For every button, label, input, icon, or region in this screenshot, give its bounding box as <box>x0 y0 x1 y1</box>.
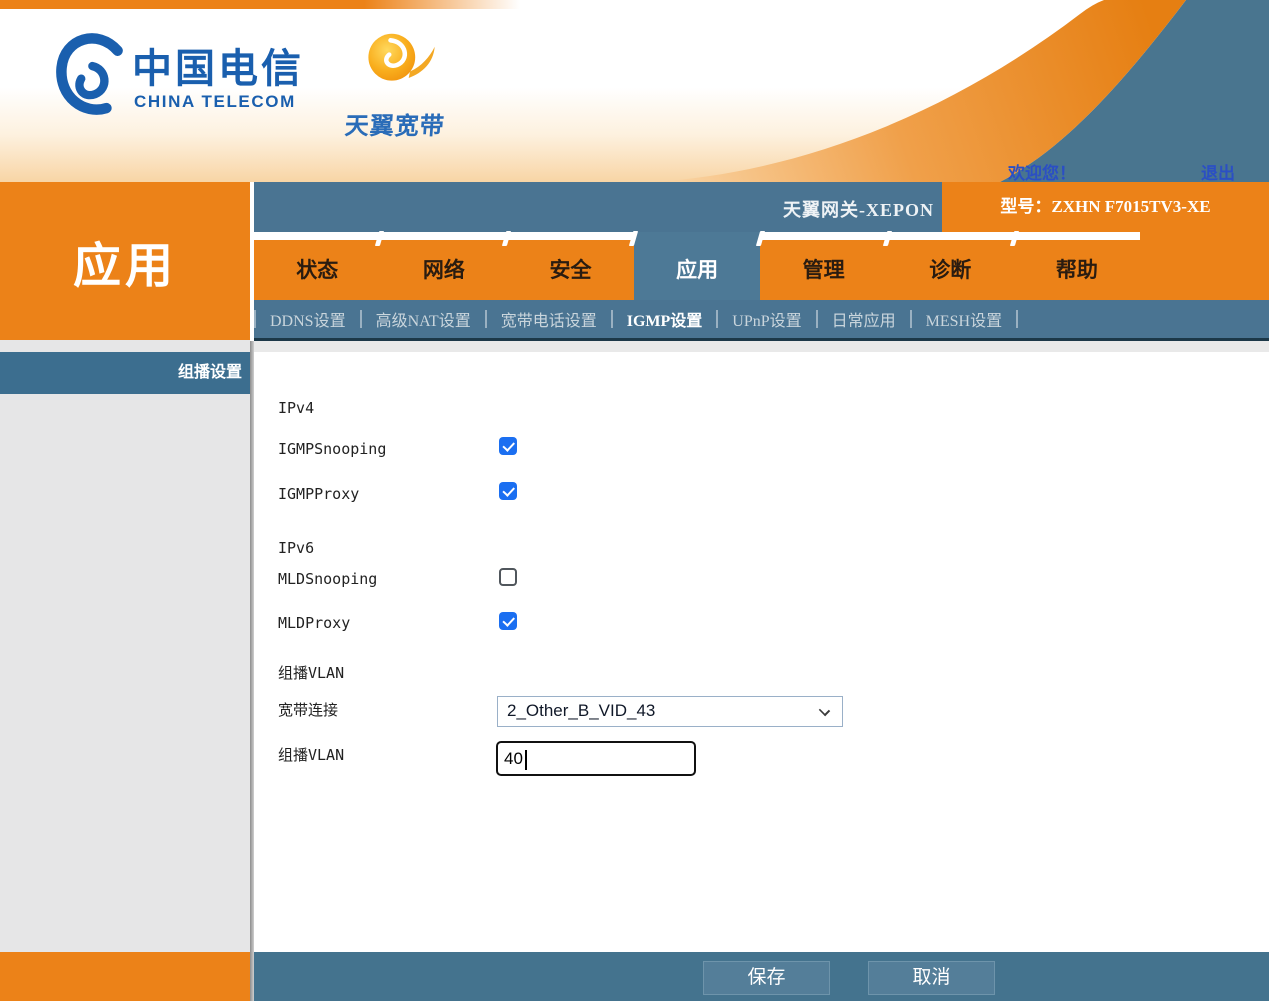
broadband-connection-label: 宽带连接 <box>278 701 339 719</box>
bottom-action-bar: 保存 取消 <box>254 952 1269 1001</box>
igmp-proxy-label: IGMPProxy <box>278 485 360 503</box>
tab-security[interactable]: 安全 <box>507 240 634 300</box>
tab-help[interactable]: 帮助 <box>1014 240 1141 300</box>
banner: 中国电信 CHINA TELECOM 天翼宽带 欢迎您！ 退出 <box>0 0 1269 184</box>
submenu-igmp[interactable]: IGMP设置 <box>613 307 717 331</box>
multicast-vlan-input[interactable]: 40 <box>496 741 696 776</box>
cancel-button[interactable]: 取消 <box>868 961 995 995</box>
ipv4-section-label: IPv4 <box>278 399 315 417</box>
tianyi-broadband-name: 天翼宽带 <box>343 114 446 140</box>
chevron-down-icon <box>818 704 831 717</box>
save-button[interactable]: 保存 <box>703 961 830 995</box>
model-box: 型号：ZXHN F7015TV3-XE <box>942 182 1269 232</box>
sidebar-item-multicast-settings[interactable]: 组播设置 <box>0 352 250 394</box>
model-number: 型号：ZXHN F7015TV3-XE <box>1000 197 1211 216</box>
mld-proxy-label: MLDProxy <box>278 614 351 632</box>
china-telecom-name-en: CHINA TELECOM <box>134 92 296 111</box>
tab-diagnosis[interactable]: 诊断 <box>887 240 1014 300</box>
broadband-connection-select[interactable]: 2_Other_B_VID_43 <box>497 696 843 727</box>
ipv6-section-label: IPv6 <box>278 539 315 557</box>
mld-snooping-checkbox[interactable] <box>499 568 517 586</box>
submenu-separator <box>909 310 912 328</box>
submenu-mesh[interactable]: MESH设置 <box>912 307 1016 331</box>
tab-application[interactable]: 应用 <box>633 232 761 300</box>
submenu-separator <box>815 310 818 328</box>
submenu-daily-app[interactable]: 日常应用 <box>818 307 910 331</box>
sidebar: 应用 组播设置 <box>0 182 250 952</box>
mld-proxy-checkbox[interactable] <box>499 612 517 630</box>
sub-menu-bar: DDNS设置 高级NAT设置 宽带电话设置 IGMP设置 UPnP设置 日常应用… <box>254 300 1269 341</box>
tab-network[interactable]: 网络 <box>381 240 508 300</box>
top-accent-strip <box>0 0 520 9</box>
submenu-separator <box>484 310 487 328</box>
broadband-connection-value: 2_Other_B_VID_43 <box>507 701 656 720</box>
gateway-name: 天翼网关-XEPON <box>783 200 934 220</box>
igmp-snooping-checkbox[interactable] <box>499 437 517 455</box>
router-admin-page: 中国电信 CHINA TELECOM 天翼宽带 欢迎您！ 退出 天翼网关-XEP… <box>0 0 1269 1001</box>
tianyi-swirl-icon <box>368 33 435 81</box>
submenu-separator <box>359 310 362 328</box>
china-telecom-name-cn: 中国电信 <box>132 46 304 91</box>
main-tab-bar: 状态 网络 安全 应用 管理 诊断 帮助 <box>254 232 1269 300</box>
tianyi-broadband-logo: 天翼宽带 <box>330 26 460 140</box>
tab-status[interactable]: 状态 <box>254 240 381 300</box>
sidebar-section-title: 应用 <box>0 182 250 340</box>
submenu-broadband-phone[interactable]: 宽带电话设置 <box>487 307 611 331</box>
title-bar: 天翼网关-XEPON 型号：ZXHN F7015TV3-XE <box>254 182 1269 232</box>
submenu-ddns[interactable]: DDNS设置 <box>256 307 360 331</box>
welcome-link[interactable]: 欢迎您！ <box>1008 159 1076 184</box>
mld-snooping-label: MLDSnooping <box>278 570 378 588</box>
sidebar-bottom-strip <box>0 952 250 1001</box>
content-top-band <box>254 341 1269 352</box>
multicast-vlan-field-label: 组播VLAN <box>278 746 345 764</box>
igmp-snooping-label: IGMPSnooping <box>278 440 387 458</box>
submenu-separator <box>1016 310 1019 328</box>
igmp-settings-panel: IPv4 IGMPSnooping IGMPProxy IPv6 MLDSnoo… <box>254 352 1269 952</box>
multicast-vlan-value: 40 <box>504 749 523 768</box>
china-telecom-logo: 中国电信 CHINA TELECOM <box>56 28 356 136</box>
submenu-separator <box>254 310 256 328</box>
logout-link[interactable]: 退出 <box>1201 159 1235 184</box>
china-telecom-logo-icon <box>56 33 123 115</box>
tab-top-strip-right <box>1140 232 1269 240</box>
submenu-advanced-nat[interactable]: 高级NAT设置 <box>362 307 485 331</box>
submenu-separator <box>610 310 613 328</box>
igmp-proxy-checkbox[interactable] <box>499 482 517 500</box>
submenu-upnp[interactable]: UPnP设置 <box>718 307 815 331</box>
tab-management[interactable]: 管理 <box>760 240 887 300</box>
submenu-separator <box>716 310 719 328</box>
text-caret <box>525 750 527 770</box>
multicast-vlan-section-label: 组播VLAN <box>278 664 345 682</box>
